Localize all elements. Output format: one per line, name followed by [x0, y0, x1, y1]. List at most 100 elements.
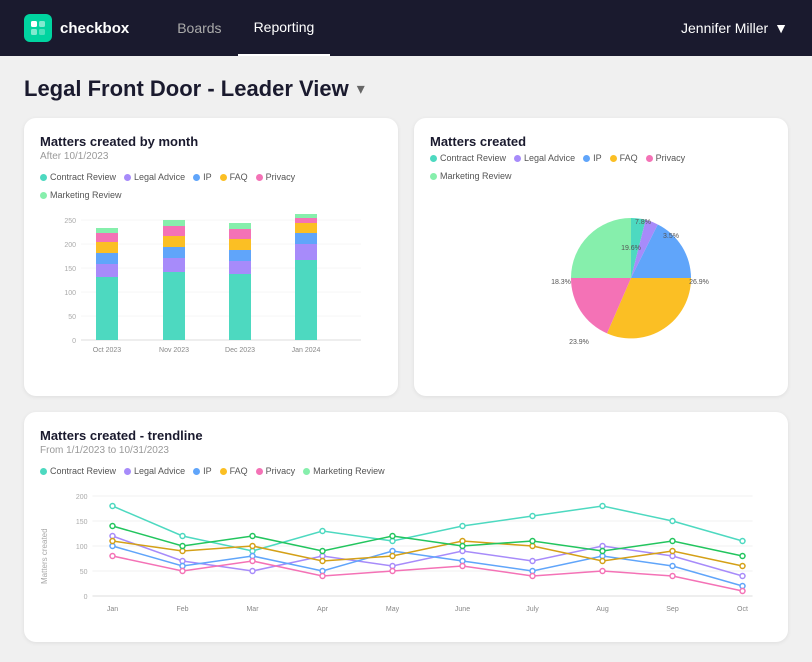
title-dropdown-icon[interactable]: ▾: [357, 79, 365, 99]
svg-text:July: July: [526, 606, 539, 613]
bar-jan-faq: [295, 223, 317, 233]
svg-text:Aug: Aug: [596, 606, 609, 613]
pie-chart-area: 7.8% 3.5% 26.9% 23.9% 18.3% 19.6%: [430, 191, 772, 361]
svg-text:Oct 2023: Oct 2023: [93, 347, 122, 354]
bar-jan-ip: [295, 233, 317, 244]
user-name: Jennifer Miller: [681, 20, 768, 36]
tl-legend-privacy: Privacy: [256, 466, 296, 476]
svg-text:Sep: Sep: [666, 606, 679, 613]
pie-legend-ip: IP: [583, 153, 602, 163]
bar-jan-mkt: [295, 214, 317, 218]
trendline-card: Matters created - trendline From 1/1/202…: [24, 412, 788, 642]
pie-chart-card: Matters created Contract Review Legal Ad…: [414, 118, 788, 396]
tl-legend-la: Legal Advice: [124, 466, 185, 476]
pie-legend-mkt: Marketing Review: [430, 171, 512, 181]
page-title: Legal Front Door - Leader View: [24, 76, 349, 102]
nav-links: Boards Reporting: [161, 0, 681, 56]
top-cards-row: Matters created by month After 10/1/2023…: [24, 118, 788, 396]
svg-text:50: 50: [80, 569, 88, 576]
svg-text:Mar: Mar: [246, 606, 259, 613]
pie-chart-title: Matters created: [430, 134, 772, 149]
legend-legal-advice: Legal Advice: [124, 172, 185, 182]
svg-text:Apr: Apr: [317, 606, 329, 613]
legend-dot-faq: [220, 174, 227, 181]
svg-text:Nov 2023: Nov 2023: [159, 347, 189, 354]
svg-text:200: 200: [76, 494, 88, 501]
bar-jan-la: [295, 244, 317, 260]
svg-text:Jan: Jan: [107, 606, 118, 613]
tl-legend-cr: Contract Review: [40, 466, 116, 476]
svg-text:200: 200: [64, 242, 76, 249]
svg-text:250: 250: [64, 218, 76, 225]
svg-text:26.9%: 26.9%: [689, 279, 709, 286]
pie-legend-faq: FAQ: [610, 153, 638, 163]
bar-dec-priv: [229, 229, 251, 239]
legend-faq: FAQ: [220, 172, 248, 182]
bar-nov-la: [163, 258, 185, 272]
page-title-row: Legal Front Door - Leader View ▾: [24, 76, 788, 102]
bar-oct-mkt: [96, 228, 118, 233]
svg-text:150: 150: [64, 266, 76, 273]
svg-text:June: June: [455, 606, 470, 613]
trendline-svg: 200 150 100 50 0 Jan Feb Mar Apr May Jun…: [53, 486, 772, 626]
nav-link-boards[interactable]: Boards: [161, 0, 237, 56]
svg-text:0: 0: [72, 338, 76, 345]
svg-text:0: 0: [84, 594, 88, 601]
pie-chart-svg: 7.8% 3.5% 26.9% 23.9% 18.3% 19.6%: [430, 196, 772, 356]
bar-nov-mkt: [163, 220, 185, 226]
logo-text: checkbox: [60, 20, 129, 37]
svg-text:Dec 2023: Dec 2023: [225, 347, 255, 354]
svg-text:3.5%: 3.5%: [663, 233, 679, 240]
bar-oct-cr: [96, 277, 118, 340]
logo-icon: [24, 14, 52, 42]
main-content: Legal Front Door - Leader View ▾ Matters…: [0, 56, 812, 662]
trendline-subtitle: From 1/1/2023 to 10/31/2023: [40, 445, 772, 456]
svg-text:Jan 2024: Jan 2024: [292, 347, 321, 354]
legend-label-ip: IP: [203, 172, 212, 182]
bar-chart-title: Matters created by month: [40, 134, 382, 149]
legend-dot-mkt: [40, 192, 47, 199]
bar-chart-subtitle: After 10/1/2023: [40, 151, 382, 162]
svg-text:7.8%: 7.8%: [635, 219, 651, 226]
bar-oct-faq: [96, 242, 118, 253]
legend-label-la: Legal Advice: [134, 172, 185, 182]
svg-text:100: 100: [64, 290, 76, 297]
svg-text:Feb: Feb: [176, 606, 188, 613]
tl-line-privacy: [113, 556, 743, 591]
svg-text:50: 50: [68, 314, 76, 321]
svg-text:23.9%: 23.9%: [569, 339, 589, 346]
bar-nov-ip: [163, 247, 185, 258]
nav-link-reporting[interactable]: Reporting: [238, 0, 331, 56]
trendline-legend: Contract Review Legal Advice IP FAQ Priv…: [40, 466, 772, 476]
pie-chart-legend: Contract Review Legal Advice IP FAQ Priv…: [430, 153, 772, 181]
user-menu[interactable]: Jennifer Miller ▼: [681, 20, 788, 36]
bar-oct-priv: [96, 233, 118, 242]
svg-text:May: May: [386, 606, 400, 613]
tl-legend-mkt: Marketing Review: [303, 466, 385, 476]
svg-text:19.6%: 19.6%: [621, 245, 641, 252]
legend-ip: IP: [193, 172, 212, 182]
svg-text:100: 100: [76, 544, 88, 551]
svg-text:150: 150: [76, 519, 88, 526]
bar-oct-ip: [96, 253, 118, 264]
trendline-title: Matters created - trendline: [40, 428, 772, 443]
svg-text:18.3%: 18.3%: [551, 279, 571, 286]
trendline-y-label: Matters created: [40, 486, 49, 626]
user-dropdown-icon: ▼: [774, 20, 788, 36]
legend-privacy: Privacy: [256, 172, 296, 182]
bar-chart-area: 250 200 150 100 50 0: [40, 210, 382, 380]
navbar: checkbox Boards Reporting Jennifer Mille…: [0, 0, 812, 56]
bar-dec-ip: [229, 250, 251, 261]
legend-dot-ip: [193, 174, 200, 181]
legend-dot-privacy: [256, 174, 263, 181]
legend-marketing: Marketing Review: [40, 190, 122, 200]
legend-dot-la: [124, 174, 131, 181]
legend-label-mkt: Marketing Review: [50, 190, 122, 200]
bar-chart-card: Matters created by month After 10/1/2023…: [24, 118, 398, 396]
bar-chart-legend: Contract Review Legal Advice IP FAQ Priv…: [40, 172, 382, 200]
trendline-chart-container: Matters created 200 150 100 50 0 Jan Feb: [40, 486, 772, 626]
bar-dec-mkt: [229, 223, 251, 229]
legend-dot-cr: [40, 174, 47, 181]
bar-dec-faq: [229, 239, 251, 250]
tl-legend-faq: FAQ: [220, 466, 248, 476]
